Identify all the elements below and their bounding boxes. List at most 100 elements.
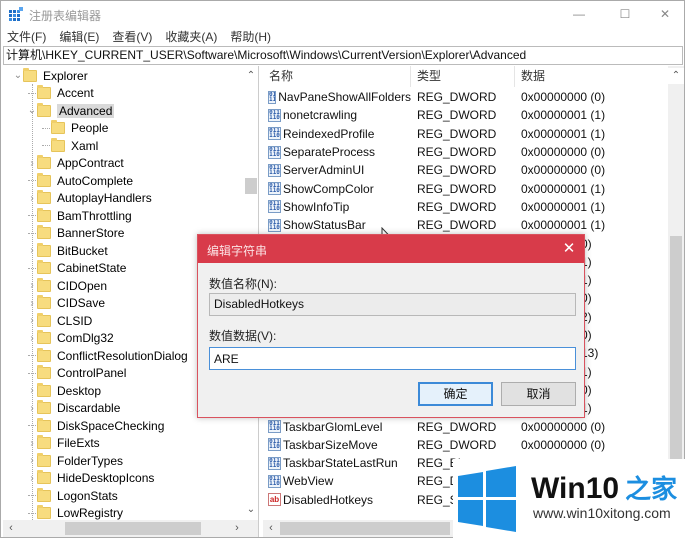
- list-vertical-scrollbar[interactable]: ⌃: [668, 66, 684, 520]
- value-name-cell: 011 110 WebView: [263, 474, 411, 488]
- scroll-left-icon[interactable]: ‹: [263, 520, 279, 537]
- value-name-cell: 011 110 ShowCompColor: [263, 182, 411, 196]
- value-name-field[interactable]: DisabledHotkeys: [209, 293, 576, 316]
- menu-favorites[interactable]: 收藏夹(A): [159, 28, 224, 46]
- column-header-data[interactable]: 数据: [515, 66, 668, 87]
- tree-item[interactable]: › AppContract: [27, 155, 124, 173]
- tree-item[interactable]: ⌄ Explorer: [13, 67, 88, 85]
- tree-item[interactable]: › CLSID: [27, 312, 92, 330]
- chevron-down-icon[interactable]: ⌄: [13, 70, 23, 81]
- menu-view[interactable]: 查看(V): [106, 28, 159, 46]
- value-name-cell: ab DisabledHotkeys: [263, 493, 411, 507]
- scroll-thumb[interactable]: [245, 178, 257, 194]
- cancel-button[interactable]: 取消: [501, 382, 576, 406]
- minimize-button[interactable]: —: [556, 1, 602, 27]
- dialog-close-button[interactable]: ✕: [554, 235, 584, 263]
- folder-icon: [37, 365, 51, 380]
- value-name: NavPaneShowAllFolders: [278, 90, 411, 105]
- binary-value-icon: 011110: [268, 145, 281, 159]
- tree-item[interactable]: › AutoplayHandlers: [27, 190, 152, 208]
- value-row[interactable]: 011 110 ReindexedProfile REG_DWORD 0x0000000…: [263, 125, 668, 143]
- windows-logo-icon: [458, 466, 516, 532]
- tree-item[interactable]: People: [41, 120, 108, 138]
- watermark-brand-cn: 之家: [625, 474, 678, 504]
- tree-item-label: CIDOpen: [57, 278, 108, 293]
- tree-item[interactable]: › HideDesktopIcons: [27, 470, 154, 488]
- value-name-cell: 011 110 TaskbarSizeMove: [263, 438, 411, 452]
- menu-edit[interactable]: 编辑(E): [53, 28, 106, 46]
- tree-item[interactable]: LogonStats: [27, 487, 118, 505]
- column-header-name[interactable]: 名称: [263, 66, 411, 87]
- address-bar[interactable]: 计算机\HKEY_CURRENT_USER\Software\Microsoft…: [3, 46, 683, 65]
- binary-value-icon: 011110: [268, 456, 281, 470]
- value-name: ReindexedProfile: [283, 126, 375, 141]
- tree-item[interactable]: DiskSpaceChecking: [27, 417, 164, 435]
- scroll-left-icon[interactable]: ‹: [3, 520, 19, 537]
- tree-item[interactable]: › Discardable: [27, 400, 120, 418]
- ok-button[interactable]: 确定: [418, 382, 493, 406]
- folder-icon: [51, 120, 65, 135]
- value-name: DisabledHotkeys: [283, 492, 374, 507]
- value-name: ShowInfoTip: [283, 199, 350, 214]
- tree-item[interactable]: › FolderTypes: [27, 452, 123, 470]
- value-type: REG_DWORD: [417, 218, 497, 233]
- tree-item[interactable]: ConflictResolutionDialog: [27, 347, 188, 365]
- menu-help[interactable]: 帮助(H): [224, 28, 278, 46]
- folder-icon: [37, 155, 51, 170]
- value-row[interactable]: 011 110 ServerAdminUI REG_DWORD 0x00000000 (…: [263, 161, 668, 179]
- tree-item[interactable]: BamThrottling: [27, 207, 132, 225]
- tree-item[interactable]: › Desktop: [27, 382, 101, 400]
- tree-item[interactable]: › CIDSave: [27, 295, 105, 313]
- value-data: 0x00000001 (1): [521, 181, 606, 196]
- column-header-type[interactable]: 类型: [411, 66, 515, 87]
- tree-item[interactable]: ⌄ Advanced: [27, 102, 115, 120]
- folder-icon: [37, 382, 51, 397]
- value-type: REG_DWORD: [417, 90, 497, 105]
- tree-item-label: BitBucket: [57, 243, 108, 258]
- binary-value-icon: 011110: [268, 182, 281, 196]
- scroll-right-icon[interactable]: ›: [229, 520, 245, 537]
- value-row[interactable]: 011 110 ShowInfoTip REG_DWORD 0x00000001 (1): [263, 198, 668, 216]
- menu-file[interactable]: 文件(F): [1, 28, 53, 46]
- tree-item-label: CLSID: [57, 313, 93, 328]
- tree-item[interactable]: AutoComplete: [27, 172, 133, 190]
- tree-item[interactable]: Xaml: [41, 137, 98, 155]
- close-button[interactable]: ✕: [642, 1, 685, 27]
- scroll-thumb[interactable]: [280, 522, 450, 535]
- maximize-icon: ☐: [619, 7, 631, 21]
- folder-icon: [23, 67, 37, 82]
- tree-item[interactable]: › FileExts: [27, 435, 100, 453]
- tree-horizontal-scrollbar[interactable]: ‹ ›: [3, 520, 258, 537]
- tree-item-label: AutoplayHandlers: [57, 191, 152, 206]
- title-bar: 注册表编辑器 — ☐ ✕: [1, 1, 684, 27]
- tree-item[interactable]: BannerStore: [27, 225, 124, 243]
- value-row[interactable]: 011 110 ShowStatusBar REG_DWORD 0x00000001 (…: [263, 216, 668, 234]
- value-row[interactable]: 011 110 nonetcrawling REG_DWORD 0x00000001 (…: [263, 106, 668, 124]
- value-name-cell: 011 110 TaskbarStateLastRun: [263, 456, 411, 470]
- tree-item[interactable]: ControlPanel: [27, 365, 126, 383]
- tree-item-label: Accent: [57, 86, 94, 101]
- scroll-down-icon[interactable]: ⌄: [243, 502, 258, 518]
- scroll-up-icon[interactable]: ⌃: [668, 68, 684, 84]
- tree-item[interactable]: › BitBucket: [27, 242, 108, 260]
- tree-item[interactable]: CabinetState: [27, 260, 126, 278]
- scroll-thumb[interactable]: [65, 522, 201, 535]
- tree-item[interactable]: › ComDlg32: [27, 330, 114, 348]
- value-data: 0x00000000 (0): [521, 90, 606, 105]
- value-data: 0x00000001 (1): [521, 218, 606, 233]
- scroll-up-icon[interactable]: ⌃: [243, 68, 258, 84]
- value-row[interactable]: 011 110 TaskbarSizeMove REG_DWORD 0x00000000…: [263, 436, 668, 454]
- tree-item-label: BannerStore: [57, 226, 125, 241]
- tree-item[interactable]: › CIDOpen: [27, 277, 107, 295]
- tree-guide-line: [32, 84, 33, 524]
- value-row[interactable]: 011 110 TaskbarGlomLevel REG_DWORD 0x0000000…: [263, 417, 668, 435]
- binary-value-icon: 011110: [268, 200, 281, 214]
- value-row[interactable]: 011 110 ShowCompColor REG_DWORD 0x00000001 (…: [263, 180, 668, 198]
- value-row[interactable]: 011 110 SeparateProcess REG_DWORD 0x00000000…: [263, 143, 668, 161]
- tree-item-label: AppContract: [57, 156, 124, 171]
- value-row[interactable]: 011110NavPaneShowAllFolders REG_DWORD 0x00…: [263, 88, 668, 106]
- close-icon: ✕: [562, 240, 576, 257]
- binary-value-icon: 011110: [268, 163, 281, 177]
- value-data-input[interactable]: [209, 347, 576, 370]
- tree-item[interactable]: Accent: [27, 85, 94, 103]
